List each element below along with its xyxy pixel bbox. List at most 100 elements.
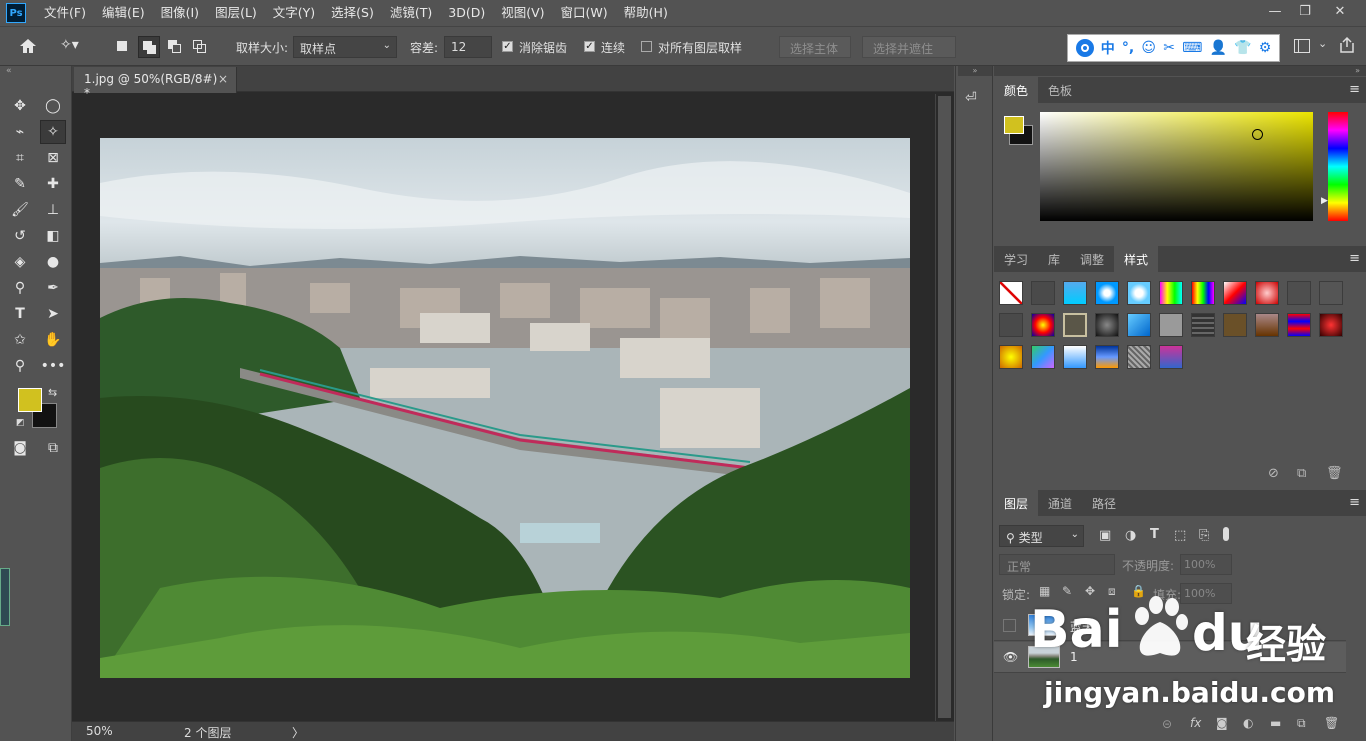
style-swatch[interactable] [999,313,1023,337]
new-layer-icon[interactable]: ⧉ [1297,716,1306,731]
path-selection-icon[interactable]: ➤ [40,302,66,326]
menu-window[interactable]: 窗口(W) [553,0,616,26]
quick-selection-icon[interactable]: ⌁ [7,120,33,144]
style-swatch[interactable] [1159,345,1183,369]
blur-icon[interactable]: ● [40,250,66,274]
menu-select[interactable]: 选择(S) [323,0,382,26]
elliptical-marquee-icon[interactable]: ◯ [40,94,66,118]
lock-position-icon[interactable]: ✥ [1085,584,1095,598]
tab-color[interactable]: 颜色 [994,77,1039,103]
scrollbar-thumb[interactable] [938,96,951,718]
style-swatch[interactable] [1031,281,1055,305]
more-tools-icon[interactable]: ••• [40,354,66,378]
filter-shape-icon[interactable]: ⬚ [1174,528,1186,543]
default-colors-icon[interactable]: ◩ [16,418,25,428]
style-swatch-none[interactable] [999,281,1023,305]
ime-chinese-mode[interactable]: 中 [1101,38,1115,58]
opacity-input[interactable]: 100% [1180,554,1232,575]
menu-layer[interactable]: 图层(L) [207,0,265,26]
swap-colors-icon[interactable]: ⇆ [48,386,57,399]
home-icon[interactable] [18,37,38,55]
layer-visibility-off[interactable] [1003,619,1016,632]
quick-mask-icon[interactable]: ◙ [7,436,33,460]
side-dock-handle[interactable] [0,568,10,626]
style-swatch[interactable] [1287,313,1311,337]
lock-pixels-icon[interactable]: ✎ [1062,584,1072,598]
zoom-icon[interactable]: ⚲ [7,354,33,378]
color-field[interactable] [1040,112,1313,221]
dodge-icon[interactable]: ⚲ [7,276,33,300]
menu-3d[interactable]: 3D(D) [440,0,493,26]
antialias-checkbox[interactable]: ✓ [502,41,513,52]
clear-style-icon[interactable]: ⊘ [1268,466,1279,481]
tolerance-input[interactable]: 12 [444,36,492,58]
contiguous-checkbox[interactable]: ✓ [584,41,595,52]
lock-transparent-icon[interactable]: ▦ [1039,584,1050,598]
filter-adjustment-icon[interactable]: ◑ [1125,528,1136,543]
type-tool-icon[interactable]: T [7,302,33,326]
ime-skin-icon[interactable]: 👕 [1234,40,1251,56]
styles-panel-menu-icon[interactable]: ≡ [1349,251,1360,266]
style-swatch[interactable] [1159,313,1183,337]
pen-icon[interactable]: ✒ [40,276,66,300]
select-subject-button[interactable]: 选择主体 [779,36,851,58]
tab-adjustments[interactable]: 调整 [1070,246,1114,272]
workspace-chevron-icon[interactable]: ⌄ [1318,37,1327,50]
brush-icon[interactable]: 🖌 [7,198,33,222]
close-window-icon[interactable]: ✕ [1325,0,1355,22]
eraser-icon[interactable]: ◧ [40,224,66,248]
delete-layer-icon[interactable]: 🗑 [1324,716,1339,730]
menu-filter[interactable]: 滤镜(T) [382,0,440,26]
style-swatch[interactable] [999,345,1023,369]
tab-layers[interactable]: 图层 [994,490,1039,516]
style-swatch[interactable] [1031,345,1055,369]
sogou-logo-icon[interactable] [1075,39,1094,57]
screen-mode-icon[interactable]: ⧉ [40,436,66,460]
ime-emoji-icon[interactable]: ☺ [1141,40,1156,56]
new-style-icon[interactable]: ⧉ [1297,466,1306,481]
link-layers-icon[interactable]: ⊝ [1162,717,1172,731]
ime-settings-icon[interactable]: ⚙ [1259,40,1272,56]
style-swatch[interactable] [1319,313,1343,337]
hue-slider[interactable] [1328,112,1348,221]
style-swatch[interactable] [1319,281,1343,305]
intersect-selection-icon[interactable] [193,40,207,54]
image-canvas[interactable] [100,138,910,678]
magic-wand-icon[interactable]: ✧ [40,120,66,144]
workspace-icon[interactable] [1294,39,1310,53]
select-and-mask-button[interactable]: 选择并遮住 ... [862,36,956,71]
style-swatch[interactable] [1063,281,1087,305]
sample-size-select[interactable]: 取样点 ⌄ [293,36,397,58]
style-swatch[interactable] [1095,281,1119,305]
menu-image[interactable]: 图像(I) [153,0,207,26]
style-swatch[interactable] [1255,313,1279,337]
ime-scissors-icon[interactable]: ✂ [1163,40,1175,56]
frame-icon[interactable]: ⊠ [40,146,66,170]
tab-paths[interactable]: 路径 [1082,490,1126,516]
add-selection-icon[interactable] [138,36,160,58]
add-mask-icon[interactable]: ◙ [1216,716,1228,730]
history-brush-icon[interactable]: ↺ [7,224,33,248]
style-swatch[interactable] [1063,345,1087,369]
ime-punctuation-icon[interactable]: °, [1122,40,1134,56]
layer-filter-select[interactable]: ⚲ 类型 ⌄ [999,525,1084,547]
document-tab[interactable]: 1.jpg @ 50%(RGB/8#) * × [74,67,237,100]
style-swatch[interactable] [1127,313,1151,337]
panel-fg-color[interactable] [1004,116,1024,134]
paint-bucket-icon[interactable]: ◈ [7,250,33,274]
style-swatch[interactable] [1127,345,1151,369]
style-swatch[interactable] [1127,281,1151,305]
style-swatch[interactable] [1191,281,1215,305]
blend-mode-select[interactable]: 正常 [999,554,1115,575]
custom-shape-icon[interactable]: ✩ [7,328,33,352]
delete-style-icon[interactable]: 🗑 [1326,466,1343,481]
close-tab-icon[interactable]: × [218,72,228,86]
filter-pixel-icon[interactable]: ▣ [1099,528,1111,543]
adjustment-layer-icon[interactable]: ◐ [1243,716,1253,730]
minimize-icon[interactable]: — [1260,0,1290,22]
group-folder-icon[interactable]: ▬ [1270,716,1281,730]
subtract-selection-icon[interactable] [168,40,182,54]
all-layers-checkbox[interactable] [641,41,652,52]
style-swatch[interactable] [1223,313,1247,337]
ime-user-icon[interactable]: 👤 [1210,40,1227,56]
